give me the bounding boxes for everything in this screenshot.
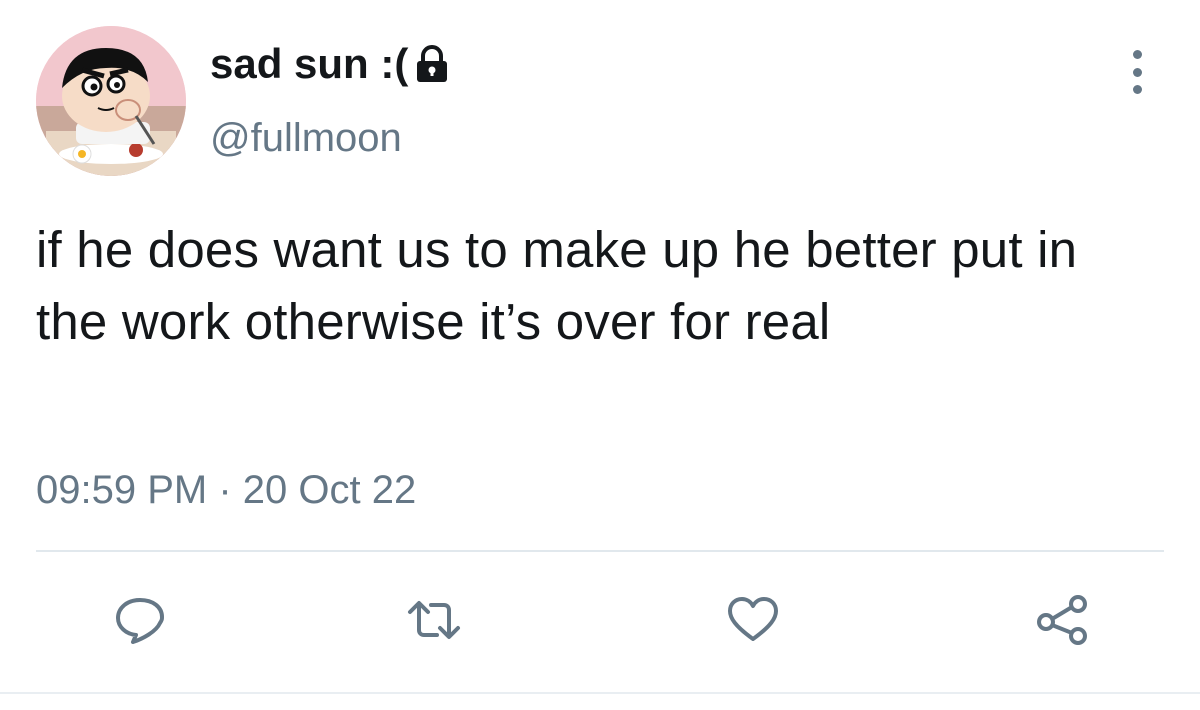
avatar[interactable] xyxy=(36,26,186,176)
display-name[interactable]: sad sun :( xyxy=(210,40,450,88)
reply-icon xyxy=(116,598,164,644)
reply-button[interactable] xyxy=(110,590,170,650)
menu-dot xyxy=(1132,50,1142,59)
like-button[interactable] xyxy=(723,590,783,650)
tweet-text: if he does want us to make up he better … xyxy=(36,221,1078,350)
heart-icon xyxy=(728,597,778,641)
tweet-timestamp[interactable]: 09:59 PM · 20 Oct 22 xyxy=(36,468,416,513)
tweet-actions xyxy=(0,590,1200,660)
retweet-button[interactable] xyxy=(404,590,464,650)
retweet-icon xyxy=(408,601,460,639)
display-name-text: sad sun :( xyxy=(210,40,409,87)
menu-dot xyxy=(1132,67,1142,77)
menu-dot xyxy=(1132,85,1142,94)
more-vertical-icon[interactable] xyxy=(1120,48,1154,96)
bottom-divider xyxy=(0,692,1200,694)
avatar-image xyxy=(36,26,186,176)
lock-icon xyxy=(417,45,448,82)
share-button[interactable] xyxy=(1032,590,1092,650)
divider xyxy=(36,550,1164,552)
author-handle[interactable]: @fullmoon xyxy=(210,116,402,161)
share-icon xyxy=(1037,595,1087,645)
